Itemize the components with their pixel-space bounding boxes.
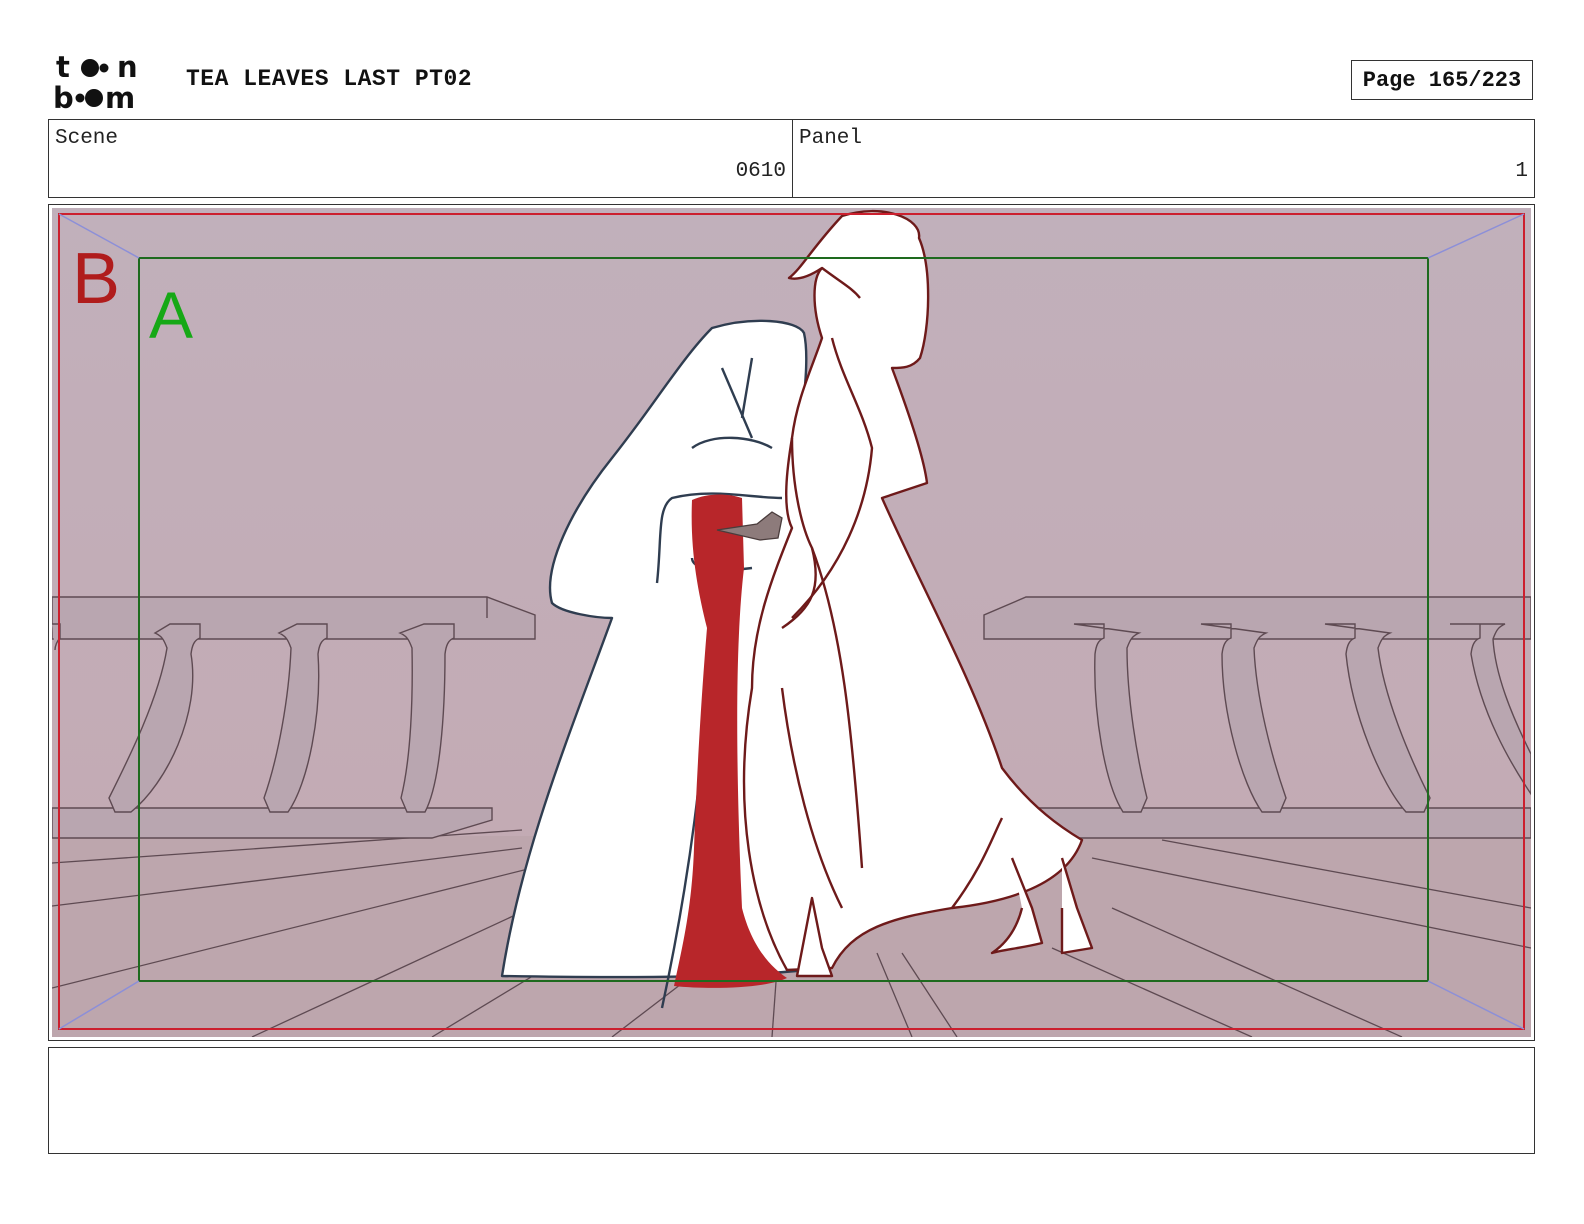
svg-text:m: m (105, 81, 135, 112)
panel-label: Panel (799, 127, 863, 150)
frame-marker-b: B (72, 239, 120, 319)
caption-box (48, 1047, 1535, 1154)
toon-boom-logo: t n b m (53, 50, 138, 112)
frame-marker-a: A (149, 278, 193, 352)
svg-text:t: t (56, 50, 70, 84)
scene-number: 0610 (735, 160, 786, 183)
panel-cell: Panel 1 (793, 120, 1534, 197)
storyboard-frame: B A (48, 204, 1535, 1041)
scene-label: Scene (55, 127, 119, 150)
scene-panel-info: Scene 0610 Panel 1 (48, 119, 1535, 198)
page-indicator: Page 165/223 (1351, 60, 1533, 100)
scene-cell: Scene 0610 (49, 120, 793, 197)
panel-number: 1 (1515, 160, 1528, 183)
document-title: TEA LEAVES LAST PT02 (186, 66, 473, 92)
svg-text:b: b (53, 81, 74, 112)
storyboard-drawing: B A (52, 208, 1531, 1037)
svg-text:n: n (117, 50, 138, 84)
